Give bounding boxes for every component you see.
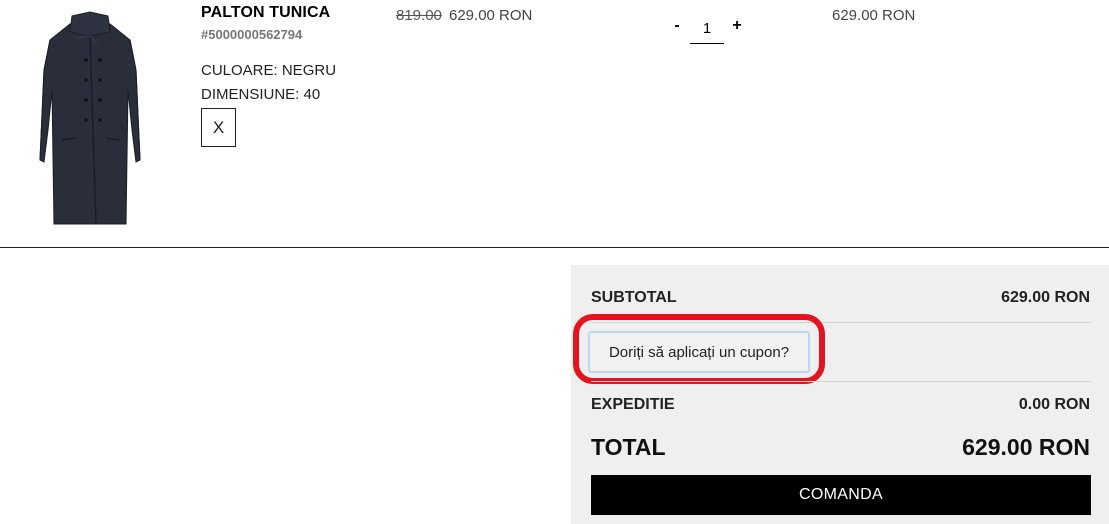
total-label: TOTAL bbox=[591, 434, 666, 460]
subtotal-value: 629.00 RON bbox=[1001, 289, 1090, 306]
original-price: 819.00 bbox=[396, 7, 442, 24]
subtotal-label: SUBTOTAL bbox=[591, 289, 677, 306]
quantity-input[interactable] bbox=[690, 13, 724, 44]
line-total: 629.00 RON bbox=[832, 7, 916, 24]
apply-coupon-button[interactable]: Doriți să aplicați un cupon? bbox=[588, 331, 810, 373]
shipping-label: EXPEDITIE bbox=[591, 396, 675, 413]
order-summary: SUBTOTAL 629.00 RON Doriți să aplicați u… bbox=[571, 265, 1109, 524]
total-value: 629.00 RON bbox=[962, 434, 1090, 460]
summary-divider bbox=[591, 381, 1091, 382]
product-sku: #5000000562794 bbox=[201, 27, 303, 42]
row-divider bbox=[0, 247, 1109, 248]
product-color: CULOARE: NEGRU bbox=[201, 62, 337, 79]
sale-price: 629.00 RON bbox=[449, 7, 533, 24]
quantity-decrease-button[interactable]: - bbox=[670, 17, 684, 35]
coat-icon bbox=[39, 11, 141, 225]
product-image[interactable] bbox=[36, 10, 144, 228]
product-name[interactable]: PALTON TUNICA bbox=[201, 4, 330, 22]
product-size: DIMENSIUNE: 40 bbox=[201, 86, 321, 103]
quantity-increase-button[interactable]: + bbox=[730, 17, 744, 35]
place-order-button[interactable]: COMANDA bbox=[591, 475, 1091, 515]
shipping-value: 0.00 RON bbox=[1018, 396, 1090, 413]
cart-page: PALTON TUNICA #5000000562794 CULOARE: NE… bbox=[0, 0, 1109, 524]
remove-item-button[interactable]: X bbox=[201, 108, 236, 147]
